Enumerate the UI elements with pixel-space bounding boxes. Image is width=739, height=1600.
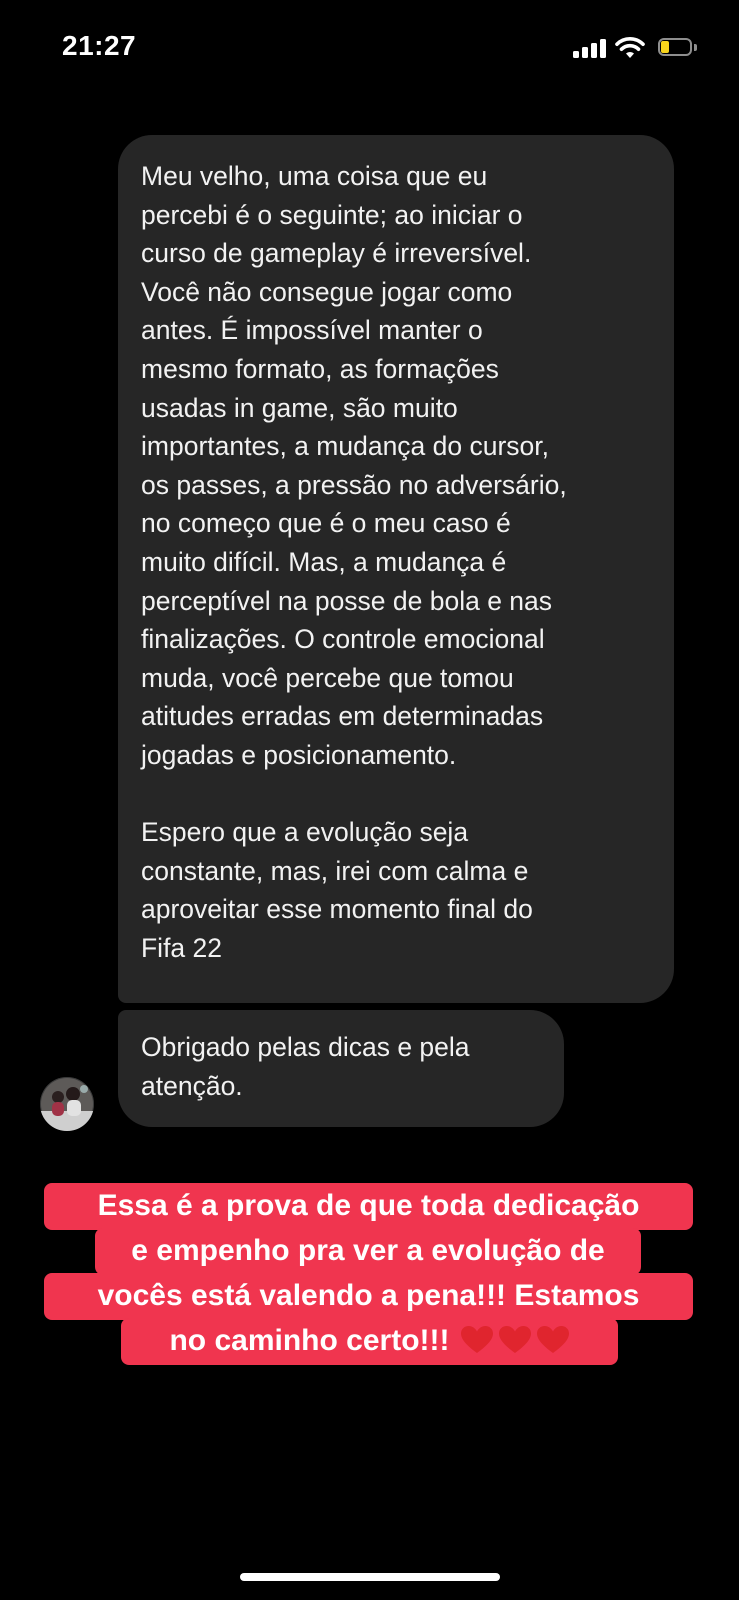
message-line: curso de gameplay é irreversível.: [141, 238, 532, 269]
heart-icon: [536, 1326, 569, 1354]
cellular-signal-icon: [573, 38, 607, 58]
avatar-photo: [40, 1077, 94, 1131]
paragraph-break: [141, 775, 654, 814]
message-line: os passes, a pressão no adversário,: [141, 469, 567, 500]
heart-icon: [460, 1326, 493, 1354]
message-line: jogadas e posicionamento.: [141, 739, 457, 770]
message-line: atenção.: [141, 1070, 243, 1101]
message-line: usadas in game, são muito: [141, 392, 458, 423]
caption-line: e empenho pra ver a evolução de: [95, 1228, 641, 1275]
message-line: Obrigado pelas dicas e pela: [141, 1032, 470, 1062]
message-line: muito difícil. Mas, a mudança é: [141, 546, 507, 577]
message-line: mesmo formato, as formações: [141, 353, 499, 384]
caption-line: Essa é a prova de que toda dedicação: [44, 1183, 693, 1230]
message-line: no começo que é o meu caso é: [141, 508, 511, 539]
caption-line: vocês está valendo a pena!!! Estamos: [44, 1273, 693, 1320]
message-line: perceptível na posse de bola e nas: [141, 585, 553, 616]
caption-line-with-hearts: no caminho certo!!!: [121, 1318, 618, 1365]
avatar[interactable]: [40, 1077, 94, 1131]
message-line: atitudes erradas em determinadas: [141, 701, 544, 732]
message-text: Meu velho, uma coisa que eu percebi é o s…: [141, 157, 654, 967]
home-indicator[interactable]: [240, 1573, 500, 1581]
wifi-icon: [615, 37, 645, 58]
heart-icon: [498, 1326, 531, 1354]
message-line: Você não consegue jogar como: [141, 276, 513, 307]
message-line: Meu velho, uma coisa que eu: [141, 161, 488, 191]
battery-level: [661, 41, 669, 53]
message-line: aproveitar esse momento final do: [141, 894, 533, 925]
message-line: muda, você percebe que tomou: [141, 662, 514, 693]
message-line: Espero que a evolução seja: [141, 817, 469, 848]
hearts-group: [456, 1319, 570, 1365]
status-bar: 21:27: [0, 0, 739, 95]
status-time: 21:27: [62, 30, 137, 61]
message-line: constante, mas, irei com calma e: [141, 855, 529, 886]
message-line: percebi é o seguinte; ao iniciar o: [141, 199, 523, 230]
message-text: Obrigado pelas dicas e pela atenção.: [141, 1028, 544, 1105]
caption-text: no caminho certo!!!: [169, 1324, 450, 1357]
message-line: antes. É impossível manter o: [141, 315, 483, 346]
message-line: importantes, a mudança do cursor,: [141, 431, 550, 462]
battery-icon: [658, 38, 700, 58]
message-bubble[interactable]: Meu velho, uma coisa que eu percebi é o s…: [118, 135, 674, 1003]
message-line: finalizações. O controle emocional: [141, 624, 545, 655]
message-bubble[interactable]: Obrigado pelas dicas e pela atenção.: [118, 1010, 564, 1127]
message-line: Fifa 22: [141, 932, 223, 963]
